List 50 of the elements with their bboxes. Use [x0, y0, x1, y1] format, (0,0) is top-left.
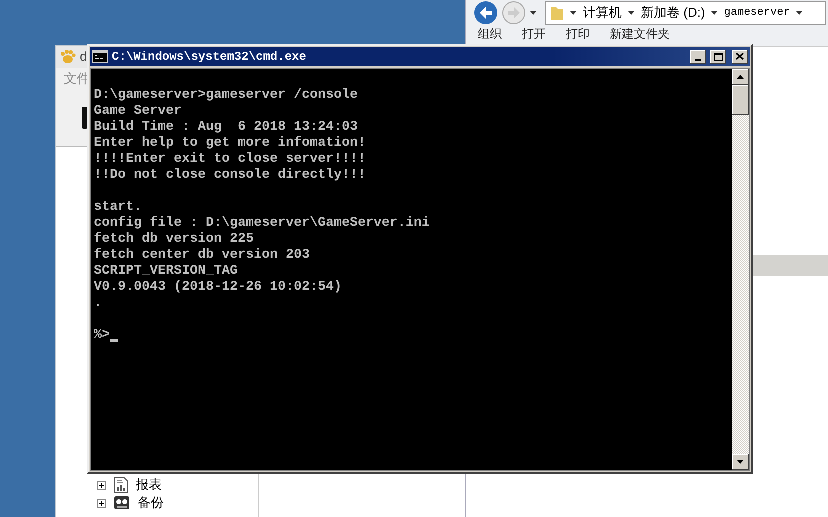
scrollbar[interactable] — [732, 69, 749, 470]
address-bar[interactable]: 计算机 新加卷 (D:) gameserver — [545, 1, 826, 25]
caret-icon — [796, 11, 804, 15]
toolbar-button[interactable]: 新建文件夹 — [610, 28, 670, 40]
caret-icon — [711, 11, 718, 15]
console-line: fetch db version 225 — [94, 232, 254, 248]
close-icon[interactable] — [736, 53, 744, 60]
toolbar-button[interactable]: 打印 — [566, 28, 590, 40]
down-arrow-icon — [737, 460, 744, 464]
console-line: !!!!Enter exit to close server!!!! — [94, 152, 366, 168]
console-line: Build Time : Aug 6 2018 13:24:03 — [94, 120, 358, 136]
caret-icon — [530, 11, 537, 15]
breadcrumb-item[interactable]: gameserver — [724, 4, 790, 22]
minimize-button[interactable] — [690, 50, 706, 64]
console-line: . — [94, 296, 102, 312]
toolbar-button[interactable]: 打开 — [522, 28, 546, 40]
maximize-button[interactable] — [710, 50, 726, 64]
scroll-down-button[interactable] — [732, 454, 749, 470]
console-icon — [92, 50, 108, 63]
toolbar-button[interactable]: 组织 — [478, 28, 502, 40]
console-line: start. — [94, 200, 142, 216]
tree-item[interactable]: 备份 — [138, 493, 164, 513]
scroll-up-button[interactable] — [732, 69, 749, 85]
cursor — [110, 339, 118, 342]
console-line: SCRIPT_VERSION_TAG — [94, 264, 238, 280]
paw-icon — [60, 50, 76, 64]
console-line: !!Do not close console directly!!! — [94, 168, 366, 184]
console-line: V0.9.0043 (2018-12-26 10:02:54) — [94, 280, 342, 296]
console-line: Enter help to get more infomation! — [94, 136, 366, 152]
console-line: D:\gameserver>gameserver /console — [94, 88, 358, 104]
breadcrumb-item[interactable]: 计算机 — [583, 3, 622, 23]
tree-item[interactable]: 报表 — [136, 475, 162, 495]
console-line: fetch center db version 203 — [94, 248, 310, 264]
tape-icon — [114, 496, 130, 510]
window-title: C:\Windows\system32\cmd.exe — [112, 48, 306, 66]
back-icon[interactable] — [474, 1, 498, 25]
folder-icon — [550, 5, 564, 21]
close-button[interactable] — [732, 50, 748, 64]
scroll-thumb[interactable] — [732, 85, 749, 115]
caret-icon — [570, 11, 577, 15]
caret-icon — [628, 11, 635, 15]
console-line: config file : D:\gameserver\GameServer.ini — [94, 216, 430, 232]
window-title: d — [80, 48, 88, 66]
expand-icon[interactable] — [97, 480, 106, 490]
up-arrow-icon — [737, 75, 744, 79]
report-icon — [114, 477, 128, 493]
console-line: Game Server — [94, 104, 182, 120]
expand-icon[interactable] — [97, 498, 106, 508]
breadcrumb-item[interactable]: 新加卷 (D:) — [641, 3, 706, 23]
console-line: %> — [94, 328, 110, 344]
